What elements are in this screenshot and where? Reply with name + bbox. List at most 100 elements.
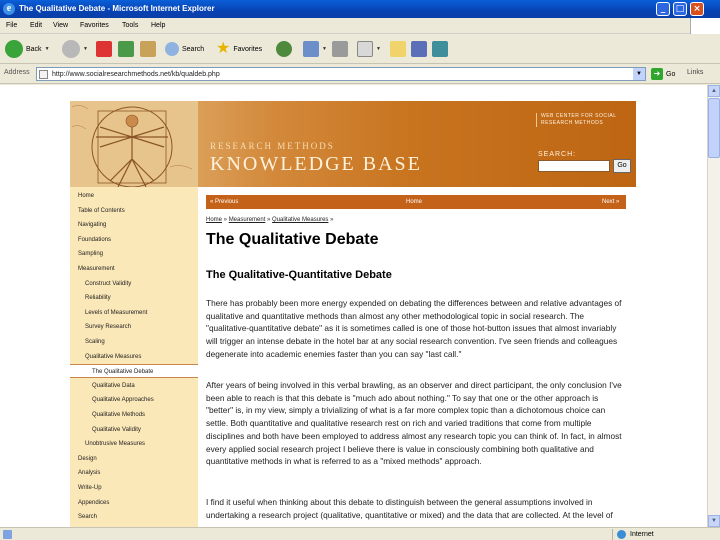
forward-arrow-icon (62, 40, 80, 58)
sidebar-item-qualitative-measures[interactable]: Qualitative Measures (70, 350, 198, 364)
breadcrumb: Home » Measurement » Qualitative Measure… (206, 217, 333, 223)
security-zone: Internet (612, 529, 654, 540)
toolbar: Back ▼ ▼ Search ★ Favorites ▼ ▼ (0, 34, 720, 64)
mail-button[interactable]: ▼ (303, 39, 327, 59)
sidebar-item-foundations[interactable]: Foundations (70, 233, 198, 247)
search-button[interactable]: Search (165, 39, 204, 59)
menu-edit[interactable]: Edit (30, 21, 42, 31)
globe-icon (617, 530, 626, 539)
banner-title: KNOWLEDGE BASE (210, 153, 422, 175)
sidebar-item-qualitative-methods[interactable]: Qualitative Methods (70, 408, 198, 422)
title-bar: e The Qualitative Debate - Microsoft Int… (0, 0, 720, 18)
sidebar-item-appendices[interactable]: Appendices (70, 496, 198, 510)
sidebar-item-levels-of-measurement[interactable]: Levels of Measurement (70, 306, 198, 320)
sidebar-item-survey-research[interactable]: Survey Research (70, 320, 198, 334)
scroll-thumb[interactable] (708, 98, 720, 158)
url-text[interactable]: http://www.socialresearchmethods.net/kb/… (52, 70, 220, 79)
menu-file[interactable]: File (6, 21, 17, 31)
vertical-scrollbar[interactable]: ▲ ▼ (707, 85, 720, 527)
sidebar-item-qualitative-approaches[interactable]: Qualitative Approaches (70, 393, 198, 407)
stop-button[interactable] (96, 39, 112, 59)
folder-icon (390, 41, 406, 57)
zone-label: Internet (630, 531, 654, 538)
next-link[interactable]: Next » (602, 195, 619, 209)
go-button[interactable]: ➜ Go (651, 67, 675, 81)
star-icon: ★ (216, 40, 231, 57)
refresh-button[interactable] (118, 39, 134, 59)
home-link[interactable]: Home (406, 195, 422, 209)
sidebar-item-search[interactable]: Search (70, 510, 198, 524)
sidebar-item-construct-validity[interactable]: Construct Validity (70, 277, 198, 291)
menu-favorites[interactable]: Favorites (80, 21, 109, 31)
history-button[interactable] (276, 39, 292, 59)
site-search-label: SEARCH: (538, 151, 577, 158)
scroll-down-button[interactable]: ▼ (708, 515, 720, 527)
sidebar-item-sampling[interactable]: Sampling (70, 247, 198, 261)
chevron-down-icon: ▼ (83, 46, 88, 52)
close-button[interactable]: × (690, 2, 704, 16)
sidebar-item-home[interactable]: Home (70, 189, 198, 203)
research-button[interactable] (432, 39, 448, 59)
mail-icon (303, 41, 319, 57)
scroll-up-button[interactable]: ▲ (708, 85, 720, 97)
menu-bar: File Edit View Favorites Tools Help (0, 18, 720, 34)
home-icon (140, 41, 156, 57)
windows-logo-icon (690, 18, 720, 34)
breadcrumb-home[interactable]: Home (206, 217, 222, 223)
go-label: Go (666, 70, 676, 78)
sidebar-item-qualitative-data[interactable]: Qualitative Data (70, 379, 198, 393)
sidebar-item-write-up[interactable]: Write-Up (70, 481, 198, 495)
menu-tools[interactable]: Tools (122, 21, 138, 31)
favorites-button[interactable]: ★ Favorites (216, 39, 262, 59)
folder-button[interactable] (390, 39, 406, 59)
site-search-input[interactable] (538, 160, 610, 172)
chevron-down-icon[interactable]: ▼ (633, 68, 645, 80)
previous-link[interactable]: « Previous (210, 195, 238, 209)
print-button[interactable] (332, 39, 348, 59)
sidebar-item-table-of-contents[interactable]: Table of Contents (70, 204, 198, 218)
page-icon (39, 70, 48, 79)
sidebar-item-measurement[interactable]: Measurement (70, 262, 198, 276)
breadcrumb-separator: » (328, 217, 334, 223)
messenger-button[interactable] (411, 39, 427, 59)
chevron-down-icon: ▼ (376, 46, 381, 52)
sidebar-item-qualitative-validity[interactable]: Qualitative Validity (70, 423, 198, 437)
maximize-button[interactable]: □ (673, 2, 687, 16)
page-done-icon (3, 530, 12, 539)
home-button[interactable] (140, 39, 156, 59)
forward-button[interactable]: ▼ (62, 39, 88, 59)
sidebar-item-design[interactable]: Design (70, 452, 198, 466)
back-button[interactable]: Back ▼ (5, 39, 50, 59)
browser-viewport: RESEARCH METHODS KNOWLEDGE BASE WEB CENT… (0, 85, 707, 527)
refresh-icon (118, 41, 134, 57)
sidebar-item-analysis[interactable]: Analysis (70, 466, 198, 480)
ie-logo-icon: e (3, 3, 15, 15)
minimize-button[interactable]: _ (656, 2, 670, 16)
history-icon (276, 41, 292, 57)
print-icon (332, 41, 348, 57)
sidebar-item-navigating[interactable]: Navigating (70, 218, 198, 232)
sidebar-item-reliability[interactable]: Reliability (70, 291, 198, 305)
breadcrumb-separator: » (222, 217, 229, 223)
search-label: Search (182, 45, 205, 53)
sidebar-item-unobtrusive-measures[interactable]: Unobtrusive Measures (70, 437, 198, 451)
links-button[interactable]: Links (687, 69, 703, 76)
chevron-down-icon: ▼ (322, 46, 327, 52)
paragraph-1: There has probably been more energy expe… (206, 298, 622, 359)
site-banner: RESEARCH METHODS KNOWLEDGE BASE WEB CENT… (70, 101, 636, 187)
edit-button[interactable]: ▼ (357, 39, 381, 59)
stop-icon (96, 41, 112, 57)
breadcrumb-qualitative[interactable]: Qualitative Measures (272, 217, 328, 223)
breadcrumb-measurement[interactable]: Measurement (229, 217, 266, 223)
address-bar: Address http://www.socialresearchmethods… (0, 64, 720, 84)
address-input[interactable]: http://www.socialresearchmethods.net/kb/… (36, 67, 646, 81)
research-icon (432, 41, 448, 57)
menu-help[interactable]: Help (151, 21, 165, 31)
address-label: Address (4, 69, 30, 76)
site-search-go-button[interactable]: Go (613, 159, 631, 173)
sidebar-item-scaling[interactable]: Scaling (70, 335, 198, 349)
main-content: « Previous Home Next » Home » Measuremen… (206, 187, 626, 527)
sidebar-item-the-qualitative-debate[interactable]: The Qualitative Debate (70, 364, 198, 379)
web-center-link[interactable]: WEB CENTER FOR SOCIAL RESEARCH METHODS (536, 113, 636, 127)
menu-view[interactable]: View (53, 21, 68, 31)
